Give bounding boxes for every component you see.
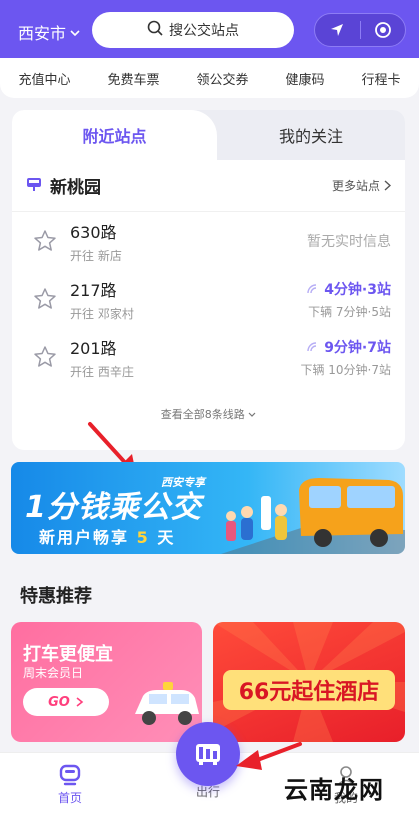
realtime-status: 暂无实时信息 bbox=[307, 234, 391, 250]
tab-home-label: 首页 bbox=[57, 791, 82, 805]
quick-links-bar: 充值中心 免费车票 领公交券 健康码 行程卡 bbox=[0, 58, 419, 98]
promo-taxi-card[interactable]: 打车更便宜 周末会员日 GO bbox=[11, 622, 202, 742]
banner-title: 1分钱乘公交 bbox=[25, 490, 202, 525]
chevron-down-icon bbox=[248, 412, 256, 417]
go-button[interactable]: GO bbox=[23, 688, 109, 716]
close-mini-program-button[interactable] bbox=[360, 14, 405, 46]
star-outline-icon[interactable] bbox=[32, 344, 58, 370]
home-icon bbox=[59, 764, 81, 786]
city-label: 西安市 bbox=[18, 24, 67, 43]
chevron-right-icon bbox=[384, 180, 391, 191]
top-bar: 西安市 搜公交站点 bbox=[0, 0, 419, 58]
chevron-right-icon bbox=[76, 697, 84, 707]
promo-taxi-title: 打车更便宜 bbox=[23, 644, 113, 665]
location-arrow-icon bbox=[331, 24, 344, 36]
stops-tabs: 附近站点 我的关注 bbox=[12, 110, 405, 160]
route-direction: 开往 新店 bbox=[70, 248, 122, 263]
next-bus-info: 下辆 10分钟·7站 bbox=[300, 362, 391, 377]
car-illustration bbox=[135, 682, 199, 725]
route-row[interactable]: 630路 开往 新店 暂无实时信息 bbox=[12, 212, 405, 270]
more-stops-label: 更多站点 bbox=[331, 179, 380, 193]
see-all-label: 查看全部8条线路 bbox=[160, 408, 245, 421]
arrival-eta-text: 4分钟·3站 bbox=[324, 281, 391, 298]
quick-link-health-code[interactable]: 健康码 bbox=[285, 69, 324, 88]
promo-taxi-subtitle: 周末会员日 bbox=[23, 666, 84, 680]
quick-link-coupon[interactable]: 领公交券 bbox=[196, 69, 248, 88]
go-label: GO bbox=[48, 694, 70, 710]
location-button[interactable] bbox=[315, 14, 360, 46]
bus-stop-icon bbox=[26, 176, 42, 196]
route-number: 217路 bbox=[70, 280, 117, 300]
banner-subtitle-b: 天 bbox=[157, 528, 176, 547]
annotation-arrow-icon bbox=[236, 742, 302, 770]
tab-my-follows[interactable]: 我的关注 bbox=[217, 110, 405, 160]
watermark-text: 云南龙网 bbox=[284, 776, 384, 804]
star-outline-icon[interactable] bbox=[32, 228, 58, 254]
see-all-routes-link[interactable]: 查看全部8条线路 bbox=[12, 406, 405, 422]
promo-hotel-title: 66元起住酒店 bbox=[223, 670, 395, 710]
chevron-down-icon bbox=[70, 27, 80, 40]
search-placeholder: 搜公交站点 bbox=[169, 23, 239, 39]
promo-hotel-card[interactable]: 66元起住酒店 bbox=[213, 622, 405, 742]
route-direction: 开往 邓家村 bbox=[70, 306, 134, 321]
arrival-eta: 9分钟·7站 bbox=[300, 337, 391, 357]
banner-subtitle-number: 5 bbox=[136, 528, 150, 547]
banner-subtitle-a: 新用户畅享 bbox=[39, 528, 130, 547]
quick-link-trip-card[interactable]: 行程卡 bbox=[361, 69, 400, 88]
target-icon bbox=[374, 22, 391, 38]
route-number: 630路 bbox=[70, 222, 117, 242]
more-stops-link[interactable]: 更多站点 bbox=[332, 177, 391, 194]
route-row[interactable]: 201路 开往 西辛庄 9分钟·7站 下辆 10分钟·7站 bbox=[12, 328, 405, 386]
star-outline-icon[interactable] bbox=[32, 286, 58, 312]
search-icon bbox=[147, 20, 163, 40]
tab-home[interactable]: 首页 bbox=[40, 761, 100, 806]
stop-name: 新桃园 bbox=[50, 178, 101, 198]
arrival-eta: 4分钟·3站 bbox=[307, 279, 391, 299]
next-bus-info: 下辆 7分钟·5站 bbox=[308, 304, 391, 319]
banner-subtitle: 新用户畅享 5 天 bbox=[39, 524, 175, 548]
route-number: 201路 bbox=[70, 338, 117, 358]
quick-link-recharge[interactable]: 充值中心 bbox=[18, 69, 70, 88]
tab-nearby-stops[interactable]: 附近站点 bbox=[12, 110, 217, 160]
quick-link-free-ticket[interactable]: 免费车票 bbox=[107, 69, 159, 88]
search-bar[interactable]: 搜公交站点 bbox=[92, 12, 294, 48]
section-title-offers: 特惠推荐 bbox=[20, 586, 92, 607]
promo-banner[interactable]: 西安专享 1分钱乘公交 新用户畅享 5 天 bbox=[11, 462, 405, 554]
mini-program-capsule bbox=[314, 13, 406, 47]
signal-icon bbox=[307, 283, 317, 293]
stop-header: 新桃园 更多站点 bbox=[12, 160, 405, 212]
city-selector[interactable]: 西安市 bbox=[18, 20, 80, 44]
signal-icon bbox=[307, 341, 317, 351]
route-row[interactable]: 217路 开往 邓家村 4分钟·3站 下辆 7分钟·5站 bbox=[12, 270, 405, 328]
nearby-stops-card: 附近站点 我的关注 新桃园 更多站点 630路 开往 新店 暂无实时信息 217… bbox=[12, 110, 405, 450]
bus-card-icon bbox=[196, 744, 220, 765]
route-direction: 开往 西辛庄 bbox=[70, 364, 134, 379]
arrival-eta-text: 9分钟·7站 bbox=[324, 339, 391, 356]
travel-fab-button[interactable] bbox=[176, 722, 240, 786]
bus-illustration bbox=[221, 478, 405, 554]
